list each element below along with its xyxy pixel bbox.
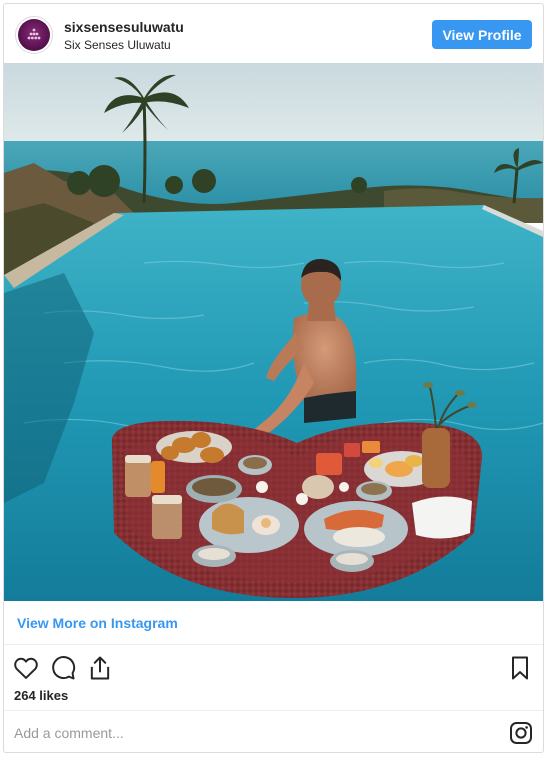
post-photo[interactable] — [4, 63, 543, 601]
heart-icon[interactable] — [12, 654, 40, 682]
comment-input[interactable] — [14, 721, 474, 745]
avatar[interactable] — [15, 16, 53, 54]
instagram-icon[interactable] — [509, 721, 533, 745]
instagram-embed-card: sixsensesuluwatu Six Senses Uluwatu View… — [3, 3, 544, 753]
location-link[interactable]: Six Senses Uluwatu — [64, 38, 171, 52]
username-link[interactable]: sixsensesuluwatu — [64, 19, 184, 35]
share-icon[interactable] — [86, 654, 114, 682]
view-more-on-instagram-link[interactable]: View More on Instagram — [17, 615, 178, 631]
divider — [4, 710, 543, 711]
divider — [4, 644, 543, 645]
six-senses-logo-icon — [18, 19, 50, 51]
action-bar — [4, 646, 543, 686]
comment-icon[interactable] — [49, 654, 77, 682]
view-profile-button[interactable]: View Profile — [432, 20, 532, 49]
likes-count[interactable]: 264 likes — [14, 688, 68, 703]
post-header: sixsensesuluwatu Six Senses Uluwatu View… — [4, 4, 543, 64]
bookmark-icon[interactable] — [506, 654, 534, 682]
